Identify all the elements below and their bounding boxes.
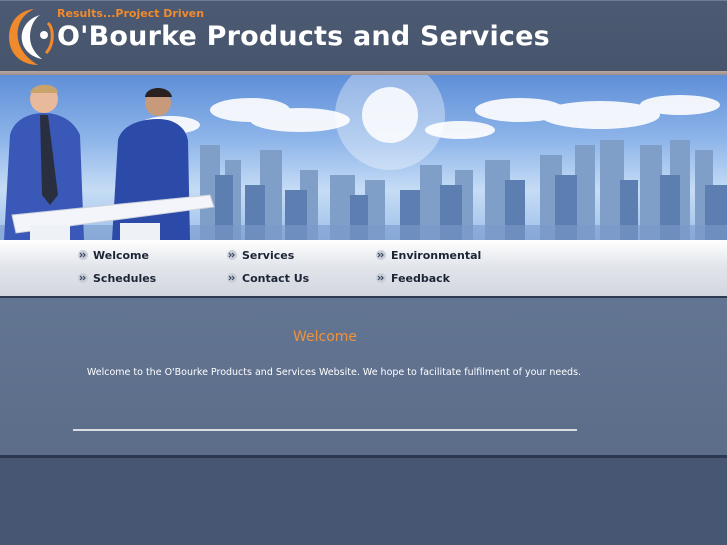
double-chevron-icon: [227, 250, 237, 260]
double-chevron-icon: [227, 273, 237, 283]
hero-banner: [0, 75, 727, 240]
nav-contact-us-label: Contact Us: [242, 272, 310, 285]
nav-welcome[interactable]: Welcome: [77, 247, 149, 265]
nav-services[interactable]: Services: [226, 247, 294, 265]
main-content: Welcome Welcome to the O'Bourke Products…: [0, 298, 727, 458]
nav-contact-us[interactable]: Contact Us: [226, 270, 309, 288]
nav-welcome-label: Welcome: [93, 249, 149, 262]
nav-environmental-label: Environmental: [391, 249, 482, 262]
content-divider: [73, 429, 577, 431]
main-nav: Welcome Services Environmental Schedules…: [0, 240, 727, 298]
page-title: Welcome: [292, 329, 358, 345]
double-chevron-icon: [78, 273, 88, 283]
tagline: Results...Project Driven: [57, 7, 205, 20]
nav-environmental[interactable]: Environmental: [375, 247, 481, 265]
business-men-icon: [4, 84, 215, 240]
double-chevron-icon: [78, 250, 88, 260]
double-chevron-icon: [376, 273, 386, 283]
page-footer-area: [0, 458, 727, 545]
welcome-text: Welcome to the O'Bourke Products and Ser…: [86, 367, 582, 378]
nav-feedback-label: Feedback: [391, 272, 450, 285]
double-chevron-icon: [376, 250, 386, 260]
site-header: Results...Project Driven O'Bourke Produc…: [0, 0, 727, 72]
site-title: O'Bourke Products and Services: [57, 21, 550, 52]
nav-feedback[interactable]: Feedback: [375, 270, 450, 288]
nav-schedules[interactable]: Schedules: [77, 270, 156, 288]
banner-illustration: [0, 75, 727, 240]
nav-services-label: Services: [242, 249, 295, 262]
nav-schedules-label: Schedules: [93, 272, 157, 285]
logo-icon[interactable]: [4, 5, 56, 67]
